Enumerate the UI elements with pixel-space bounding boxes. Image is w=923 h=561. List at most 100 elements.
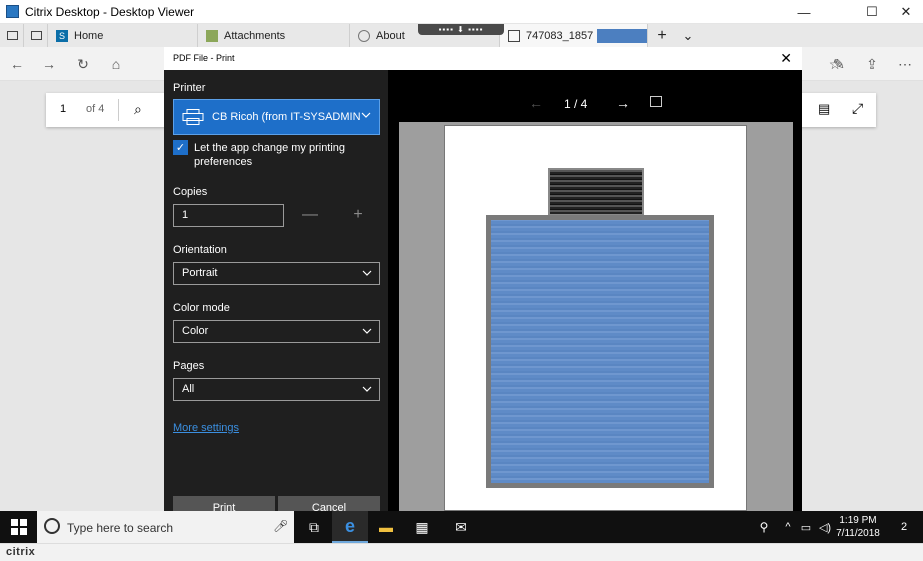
preview-header-image bbox=[548, 168, 644, 216]
tab-preview-icon[interactable] bbox=[0, 24, 24, 47]
more-icon[interactable]: ⋯ bbox=[896, 55, 914, 73]
chevron-down-icon bbox=[362, 386, 372, 392]
print-dialog: PDF File - Print ✕ Printer CB Ricoh (fro… bbox=[164, 47, 802, 520]
copies-label: Copies bbox=[173, 186, 208, 198]
redacted-block bbox=[597, 28, 647, 43]
orientation-select[interactable]: Portrait bbox=[173, 262, 380, 285]
start-button[interactable] bbox=[0, 511, 37, 543]
copies-input[interactable]: 1 bbox=[173, 204, 284, 227]
people-icon[interactable]: ⚲ bbox=[746, 511, 782, 543]
attachments-icon bbox=[206, 29, 218, 42]
preview-page bbox=[444, 125, 747, 511]
dialog-title: PDF File - Print bbox=[173, 53, 235, 63]
minimize-button[interactable]: — bbox=[787, 0, 821, 24]
preview-nav: ← 1 / 4 → bbox=[388, 95, 802, 115]
home-icon[interactable]: ⌂ bbox=[107, 55, 125, 73]
time: 1:19 PM bbox=[839, 515, 877, 526]
tab-home[interactable]: S Home bbox=[48, 24, 198, 47]
print-settings-pane: Printer CB Ricoh (from IT-SYSADMIN1 ✓ Le… bbox=[164, 70, 388, 520]
chevron-down-icon bbox=[362, 328, 372, 334]
citrix-logo: citrix bbox=[6, 546, 36, 558]
app-preferences-checkbox[interactable]: ✓ bbox=[173, 140, 188, 155]
edge-icon[interactable]: e bbox=[332, 511, 368, 543]
mail-icon[interactable]: ✉ bbox=[443, 511, 479, 543]
network-icon[interactable]: ▭ bbox=[796, 511, 816, 543]
microphone-icon[interactable]: 🎤︎ bbox=[273, 519, 288, 533]
citrix-app-icon bbox=[6, 5, 19, 18]
title-bar: Citrix Desktop - Desktop Viewer — ☐ ✕ bbox=[0, 0, 923, 24]
back-icon[interactable]: ← bbox=[8, 55, 26, 73]
store-icon[interactable]: ▦ bbox=[404, 511, 440, 543]
tab-preview-icon bbox=[7, 31, 18, 40]
windows-icon bbox=[10, 519, 27, 535]
page-input[interactable]: 1 bbox=[60, 103, 66, 115]
pen-icon[interactable]: ✎ bbox=[830, 55, 848, 73]
orientation-value: Portrait bbox=[182, 267, 218, 279]
file-explorer-icon[interactable]: ▬ bbox=[368, 511, 404, 543]
chevron-down-icon bbox=[362, 270, 372, 276]
app-preferences-label: Let the app change my printing preferenc… bbox=[194, 142, 346, 168]
pages-select[interactable]: All bbox=[173, 378, 380, 401]
refresh-icon[interactable]: ↻ bbox=[74, 55, 92, 73]
tab-bar: S Home Attachments About 747083_1857 + ⌄… bbox=[0, 24, 923, 47]
tab-label: Home bbox=[74, 29, 104, 42]
tab-list-button[interactable]: ⌄ bbox=[676, 24, 700, 47]
decrement-button[interactable]: — bbox=[296, 204, 324, 227]
citrix-toolbar-handle[interactable]: ▪▪▪▪ ⬇ ▪▪▪▪ bbox=[418, 24, 504, 35]
orientation-label: Orientation bbox=[173, 244, 227, 256]
sharepoint-icon: S bbox=[56, 29, 68, 42]
fit-page-icon[interactable] bbox=[650, 96, 662, 107]
show-hidden-icons[interactable]: ^ bbox=[778, 511, 798, 543]
color-mode-value: Color bbox=[182, 325, 209, 337]
next-page-icon[interactable]: → bbox=[616, 95, 630, 111]
about-icon bbox=[358, 29, 370, 42]
more-settings-link[interactable]: More settings bbox=[173, 422, 239, 434]
citrix-bar: citrix bbox=[0, 543, 923, 561]
new-tab-button[interactable]: + bbox=[650, 24, 674, 47]
tab-label: Attachments bbox=[224, 29, 286, 42]
clock[interactable]: 1:19 PM 7/11/2018 bbox=[833, 514, 883, 540]
taskbar-search[interactable]: Type here to search 🎤︎ bbox=[37, 511, 294, 543]
printer-label: Printer bbox=[173, 82, 206, 94]
volume-icon[interactable]: ◁) bbox=[815, 511, 835, 543]
preview-page-indicator: 1 / 4 bbox=[564, 97, 588, 111]
pdf-page-toolbar: 1 of 4 ⌕ bbox=[46, 93, 166, 127]
close-window-button[interactable]: ✕ bbox=[889, 0, 923, 24]
color-mode-label: Color mode bbox=[173, 302, 230, 314]
preview-image-fill bbox=[491, 220, 709, 483]
task-view-icon[interactable]: ⧉ bbox=[296, 511, 332, 543]
preview-main-image bbox=[486, 215, 714, 488]
maximize-button[interactable]: ☐ bbox=[855, 0, 889, 24]
set-aside-tabs-icon[interactable] bbox=[24, 24, 48, 47]
window-title: Citrix Desktop - Desktop Viewer bbox=[25, 5, 195, 19]
cortana-icon bbox=[44, 518, 60, 534]
dialog-close-button[interactable]: ✕ bbox=[780, 50, 792, 67]
print-settings-icon[interactable]: ▤ bbox=[818, 101, 830, 117]
tab-label: About bbox=[376, 29, 405, 42]
search-placeholder: Type here to search bbox=[67, 521, 174, 535]
pages-label: Pages bbox=[173, 360, 205, 372]
forward-icon[interactable]: → bbox=[40, 55, 58, 73]
tab-attachments[interactable]: Attachments bbox=[198, 24, 350, 47]
color-mode-select[interactable]: Color bbox=[173, 320, 380, 343]
printer-icon bbox=[182, 109, 204, 125]
fullscreen-icon[interactable]: ⤢ bbox=[852, 100, 863, 117]
chevron-down-icon bbox=[361, 112, 371, 118]
pages-value: All bbox=[182, 383, 195, 395]
share-icon[interactable]: ⇪ bbox=[863, 55, 881, 73]
taskbar: Type here to search 🎤︎ ⧉ e ▬ ▦ ✉ ⚲ ^ ▭ ◁… bbox=[0, 511, 923, 543]
divider bbox=[118, 99, 119, 121]
date: 7/11/2018 bbox=[836, 528, 880, 539]
search-icon[interactable]: ⌕ bbox=[134, 101, 142, 118]
increment-button[interactable]: + bbox=[344, 204, 372, 227]
set-aside-icon bbox=[31, 31, 42, 40]
pdf-icon bbox=[508, 29, 520, 42]
printer-select[interactable]: CB Ricoh (from IT-SYSADMIN1 bbox=[173, 99, 380, 135]
notification-center-icon[interactable]: 2 bbox=[886, 511, 922, 543]
printer-value: CB Ricoh (from IT-SYSADMIN1 bbox=[212, 111, 360, 123]
prev-page-icon[interactable]: ← bbox=[529, 95, 543, 111]
dialog-title-bar: PDF File - Print ✕ bbox=[164, 47, 802, 70]
preview-area bbox=[399, 122, 793, 511]
tab-pdf[interactable]: 747083_1857 bbox=[500, 24, 648, 47]
tab-label: 747083_1857 bbox=[525, 29, 594, 42]
